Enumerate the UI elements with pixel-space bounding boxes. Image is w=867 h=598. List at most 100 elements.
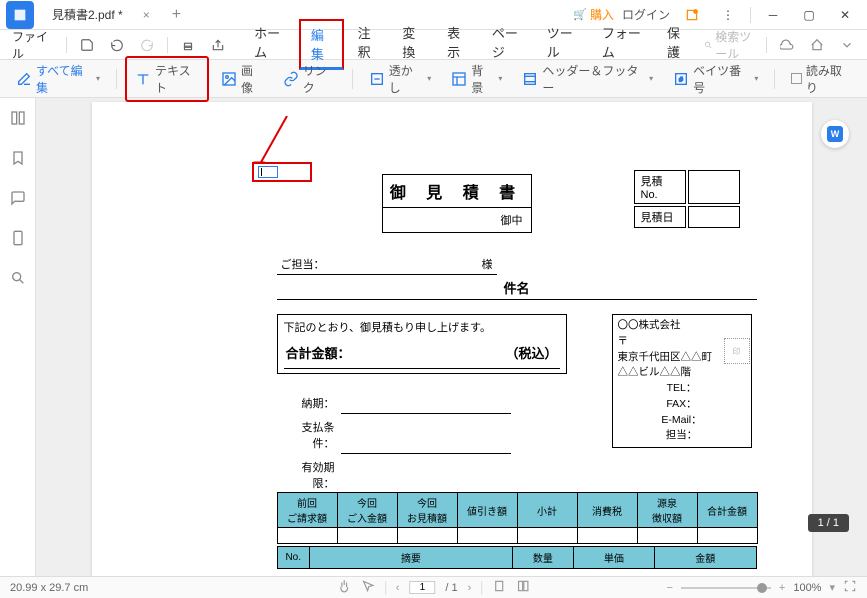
tanto-row: ご担当： 様 [277, 254, 497, 275]
subject-row: 件名 [277, 276, 757, 300]
zoom-out-icon[interactable]: − [666, 582, 672, 594]
text-label: テキスト [155, 62, 199, 96]
zoom-slider[interactable] [681, 587, 771, 589]
fax: FAX： [618, 397, 746, 413]
next-page-icon[interactable]: › [468, 582, 472, 594]
tel: TEL： [618, 381, 746, 397]
search-panel-icon[interactable] [8, 268, 28, 288]
t1-h6: 源泉徴収額 [637, 493, 697, 528]
main-area: 御 見 積 書 御中 見積No. 見積日 ご担当： 様 件名 下記のとおり、御見… [0, 98, 867, 576]
kebab-menu-icon[interactable]: ⋮ [714, 4, 742, 26]
bookmark-icon[interactable] [8, 148, 28, 168]
svg-text:#: # [679, 76, 683, 83]
bates-button[interactable]: # ベイツ番号 ▾ [665, 58, 766, 100]
canvas[interactable]: 御 見 積 書 御中 見積No. 見積日 ご担当： 様 件名 下記のとおり、御見… [36, 98, 867, 576]
close-tab-icon[interactable]: × [143, 8, 150, 22]
word-export-button[interactable]: W [821, 120, 849, 148]
t1-h2: 今回お見積額 [397, 493, 457, 528]
preface-text: 下記のとおり、御見積もり申し上げます。 [284, 319, 560, 335]
bates-icon: # [673, 71, 689, 87]
edit-all-button[interactable]: すべて編集 ▾ [8, 58, 108, 100]
pencil-icon [16, 71, 32, 87]
sidebar [0, 98, 36, 576]
view-mode-icon[interactable] [516, 579, 530, 596]
quote-no-label: 見積No. [634, 170, 686, 204]
page-number-input[interactable] [409, 581, 435, 594]
home-icon[interactable] [805, 36, 829, 54]
page-dimensions: 20.99 x 29.7 cm [10, 582, 88, 594]
doc-title-box: 御 見 積 書 御中 [382, 174, 532, 233]
readonly-label: 読み取り [806, 62, 851, 96]
status-center: ‹ / 1 › [337, 579, 531, 596]
comment-icon[interactable] [8, 188, 28, 208]
sama-label: 様 [482, 256, 493, 272]
prev-page-icon[interactable]: ‹ [396, 582, 400, 594]
text-cursor-box[interactable] [252, 162, 312, 182]
search-label: 検索ツール [715, 28, 758, 62]
tax-label: （税込） [505, 343, 557, 362]
background-label: 背景 [471, 62, 492, 96]
attachment-icon[interactable] [8, 228, 28, 248]
close-window-button[interactable]: ✕ [831, 4, 859, 26]
t1-h4: 小計 [517, 493, 577, 528]
background-button[interactable]: 背景 ▾ [443, 58, 510, 100]
fit-page-icon[interactable] [492, 579, 506, 596]
edit-all-label: すべて編集 [36, 62, 90, 96]
pdf-page: 御 見 積 書 御中 見積No. 見積日 ご担当： 様 件名 下記のとおり、御見… [92, 102, 812, 576]
maximize-button[interactable]: ▢ [795, 4, 823, 26]
image-button[interactable]: 画像 [213, 58, 271, 100]
header-footer-icon [522, 71, 538, 87]
t1-h3: 値引き額 [457, 493, 517, 528]
text-button[interactable]: テキスト [125, 56, 209, 102]
undo-icon[interactable] [105, 36, 129, 54]
total-label: 合計金額： [286, 343, 351, 362]
minimize-button[interactable]: ─ [759, 4, 787, 26]
share-icon[interactable] [206, 36, 230, 54]
page-total: / 1 [445, 582, 457, 594]
company-name: 〇〇株式会社 [618, 318, 746, 334]
tanto-label: ご担当： [281, 256, 325, 272]
t1-h1: 今回ご入金額 [337, 493, 397, 528]
save-icon[interactable] [75, 36, 99, 54]
t2-desc: 摘要 [309, 547, 512, 569]
collapse-icon[interactable] [835, 36, 859, 54]
thumbnails-icon[interactable] [8, 108, 28, 128]
header-footer-button[interactable]: ヘッダー＆フッター ▾ [514, 58, 661, 100]
email: E-Mail： [618, 413, 746, 429]
watermark-label: 透かし [389, 62, 422, 96]
background-icon [451, 71, 467, 87]
select-tool-icon[interactable] [361, 579, 375, 596]
new-tab-button[interactable]: + [172, 6, 181, 24]
address2: △△ビル△△階 [618, 365, 746, 381]
contact: 担当： [618, 428, 746, 444]
term-payment-label: 支払条件： [279, 416, 339, 454]
cloud-icon[interactable] [775, 36, 799, 54]
watermark-button[interactable]: 透かし ▾ [361, 58, 440, 100]
bates-label: ベイツ番号 [693, 62, 748, 96]
chevron-down-icon: ▾ [427, 74, 431, 83]
search-tool[interactable]: 検索ツール [704, 28, 759, 62]
fullscreen-icon[interactable] [843, 579, 857, 596]
redo-icon[interactable] [135, 36, 159, 54]
link-button[interactable]: リンク [275, 58, 344, 100]
link-icon [283, 71, 299, 87]
doc-onchu: 御中 [383, 207, 531, 232]
term-validity-label: 有効期限： [279, 456, 339, 494]
term-delivery-label: 納期： [279, 392, 339, 414]
link-label: リンク [303, 62, 336, 96]
chevron-down-icon: ▾ [498, 74, 502, 83]
t1-h7: 合計金額 [697, 493, 757, 528]
readonly-toggle[interactable]: 読み取り [783, 58, 859, 100]
app-icon [6, 1, 34, 29]
document-tab[interactable]: 見積書2.pdf * × [42, 0, 160, 29]
tab-title: 見積書2.pdf * [52, 6, 123, 23]
quote-date-label: 見積日 [634, 206, 686, 228]
chevron-down-icon: ▾ [754, 74, 758, 83]
zoom-dropdown-icon[interactable]: ▾ [829, 581, 835, 594]
stamp-placeholder: 印 [724, 338, 750, 364]
zoom-in-icon[interactable]: + [779, 582, 785, 594]
header-footer-label: ヘッダー＆フッター [542, 62, 643, 96]
page-indicator-badge: 1 / 1 [808, 514, 849, 532]
print-icon[interactable] [176, 36, 200, 54]
hand-tool-icon[interactable] [337, 579, 351, 596]
